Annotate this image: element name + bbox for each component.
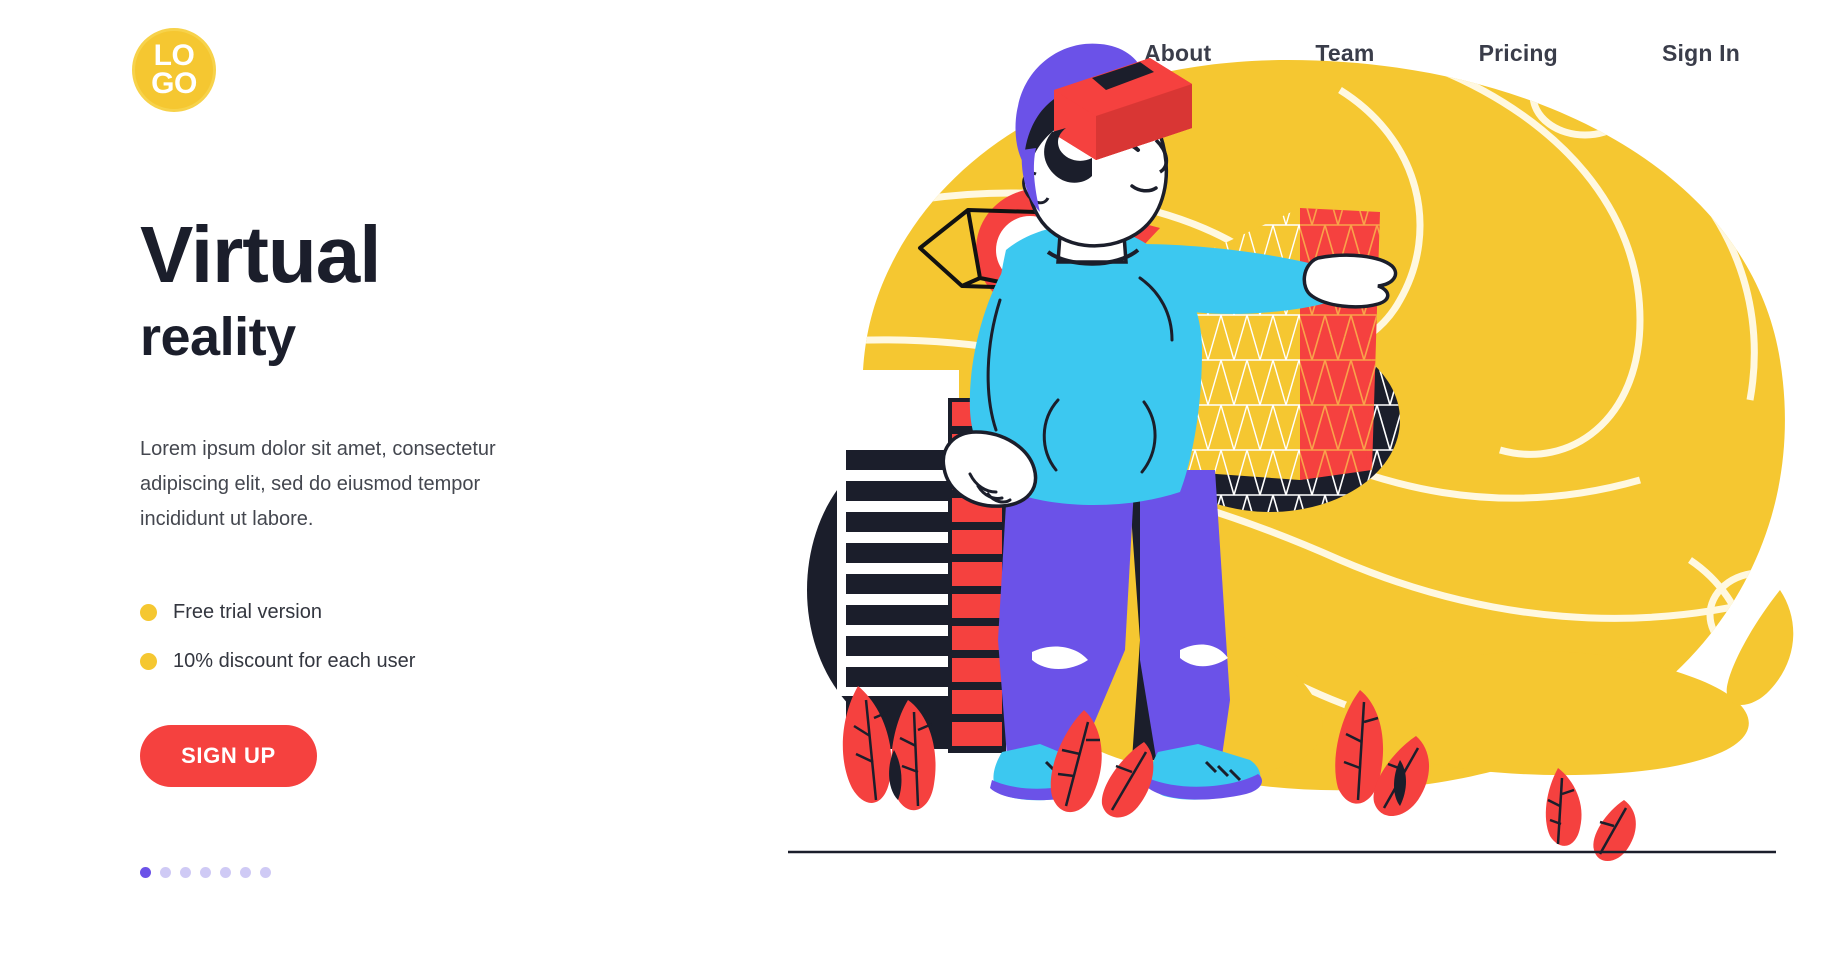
hero-content: Virtual reality Lorem ipsum dolor sit am… bbox=[140, 215, 700, 878]
leaf bbox=[1545, 768, 1582, 846]
carousel-dot-3[interactable] bbox=[180, 866, 191, 878]
carousel-dot-1[interactable] bbox=[140, 866, 151, 878]
page-title-line1: Virtual bbox=[140, 210, 382, 299]
carousel-dot-7[interactable] bbox=[260, 866, 271, 878]
landing-page: LO GO About Team Pricing Sign In Virtual… bbox=[0, 0, 1837, 980]
carousel-dot-2[interactable] bbox=[160, 866, 171, 878]
vr-man-illustration bbox=[740, 0, 1837, 980]
list-item: Free trial version bbox=[140, 601, 700, 624]
carousel-dot-4[interactable] bbox=[200, 866, 211, 878]
logo[interactable]: LO GO bbox=[132, 28, 216, 112]
sign-up-button[interactable]: SIGN UP bbox=[140, 724, 317, 787]
feature-list: Free trial version 10% discount for each… bbox=[140, 601, 700, 673]
feature-label: 10% discount for each user bbox=[173, 649, 416, 672]
hand-reach bbox=[1302, 253, 1398, 309]
carousel-dot-6[interactable] bbox=[240, 866, 251, 878]
feature-label: Free trial version bbox=[173, 600, 322, 623]
list-item: 10% discount for each user bbox=[140, 650, 700, 673]
logo-text-top: LO bbox=[153, 39, 195, 73]
carousel-dot-5[interactable] bbox=[220, 866, 231, 878]
logo-text-bottom: GO bbox=[151, 67, 197, 100]
bullet-dot-icon bbox=[140, 652, 157, 670]
bullet-dot-icon bbox=[140, 603, 157, 621]
page-title-line2: reality bbox=[140, 307, 296, 367]
carousel-pagination bbox=[140, 866, 700, 878]
hero-paragraph: Lorem ipsum dolor sit amet, consectetur … bbox=[140, 437, 496, 530]
